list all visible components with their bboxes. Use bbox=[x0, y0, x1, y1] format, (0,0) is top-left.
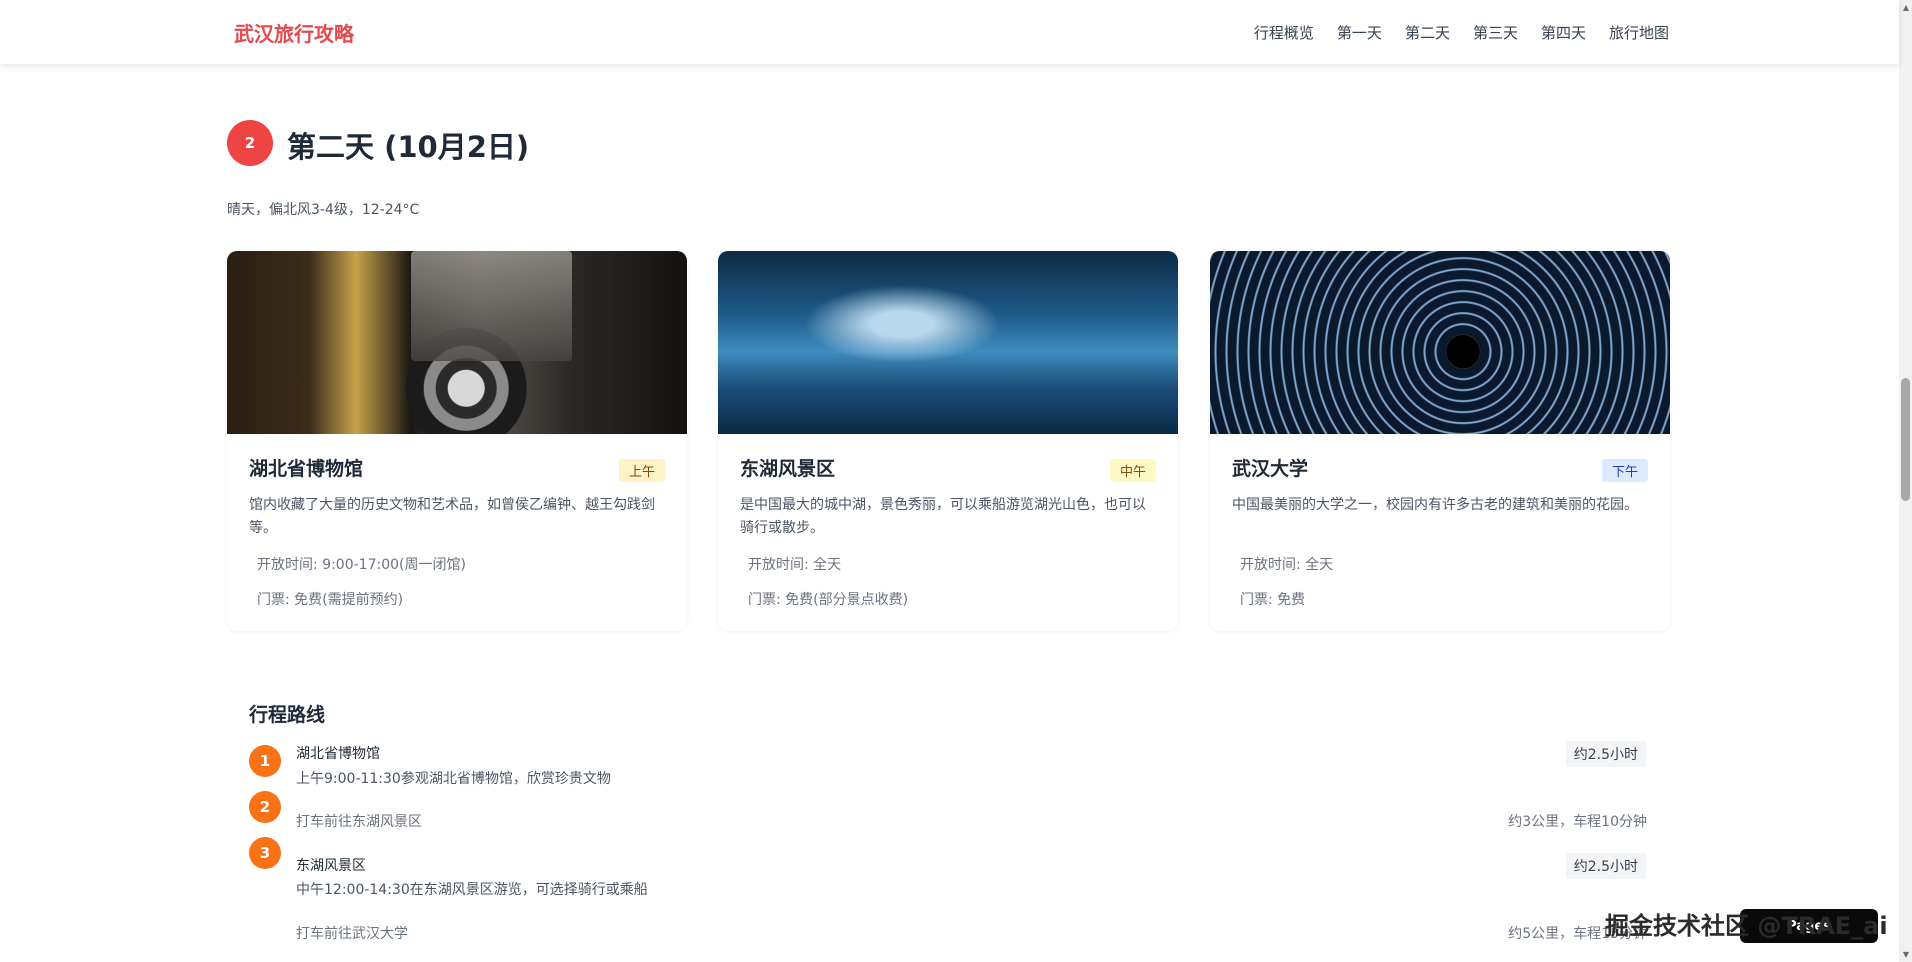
scroll-down-icon[interactable]: ▼ bbox=[1903, 950, 1909, 959]
star-trail-photo-image bbox=[1210, 251, 1670, 434]
route-step-number: 1 bbox=[249, 745, 281, 777]
weather-info: 晴天，偏北风3-4级，12-24°C bbox=[227, 202, 420, 218]
attraction-card-wuhan-university[interactable]: 武汉大学 下午 中国最美丽的大学之一，校园内有许多古老的建筑和美丽的花园。 开放… bbox=[1210, 251, 1670, 631]
attraction-description: 中国最美丽的大学之一，校园内有许多古老的建筑和美丽的花园。 bbox=[1232, 497, 1638, 513]
nav-day-1[interactable]: 第一天 bbox=[1337, 22, 1382, 43]
attraction-description: 是中国最大的城中湖，景色秀丽，可以乘船游览湖光山色，也可以骑行或散步。 bbox=[740, 497, 1146, 536]
brand-logo-text[interactable]: 武汉旅行攻略 bbox=[234, 18, 354, 47]
ocean-wave-photo-image bbox=[718, 251, 1178, 434]
time-tag: 上午 bbox=[618, 459, 665, 482]
day-number-badge: 2 bbox=[227, 120, 273, 166]
time-tag: 下午 bbox=[1601, 459, 1648, 482]
top-navbar: 武汉旅行攻略 行程概览 第一天 第二天 第三天 第四天 旅行地图 bbox=[0, 0, 1899, 64]
ticket-info: 门票: 免费 bbox=[1240, 592, 1306, 608]
route-step-name: 东湖风景区 bbox=[296, 858, 366, 874]
camera-photo-image bbox=[227, 251, 687, 434]
opening-hours: 开放时间: 全天 bbox=[1240, 557, 1334, 573]
opening-hours: 开放时间: 9:00-17:00(周一闭馆) bbox=[257, 557, 466, 573]
main-nav: 行程概览 第一天 第二天 第三天 第四天 旅行地图 bbox=[1254, 22, 1669, 43]
route-step-description: 上午9:00-11:30参观湖北省博物馆，欣赏珍贵文物 bbox=[296, 771, 611, 787]
nav-day-3[interactable]: 第三天 bbox=[1473, 22, 1518, 43]
scrollbar-thumb[interactable] bbox=[1901, 378, 1910, 501]
route-distance: 约3公里，车程10分钟 bbox=[1508, 814, 1647, 830]
time-tag: 中午 bbox=[1109, 459, 1156, 482]
ticket-info: 门票: 免费(部分景点收费) bbox=[748, 592, 909, 608]
route-transfer: 打车前往东湖风景区 bbox=[296, 814, 422, 830]
attraction-description: 馆内收藏了大量的历史文物和艺术品，如曾侯乙编钟、越王勾践剑等。 bbox=[249, 497, 655, 536]
route-step-description: 中午12:00-14:30在东湖风景区游览，可选择骑行或乘船 bbox=[296, 882, 648, 898]
route-step-number: 2 bbox=[249, 791, 281, 823]
route-step-number: 3 bbox=[249, 837, 281, 869]
scrollbar[interactable]: ▲ ▼ bbox=[1899, 0, 1912, 962]
nav-overview[interactable]: 行程概览 bbox=[1254, 22, 1314, 43]
scroll-up-icon[interactable]: ▲ bbox=[1903, 3, 1909, 12]
attraction-card-hubei-museum[interactable]: 湖北省博物馆 上午 馆内收藏了大量的历史文物和艺术品，如曾侯乙编钟、越王勾践剑等… bbox=[227, 251, 687, 631]
nav-travel-map[interactable]: 旅行地图 bbox=[1609, 22, 1669, 43]
route-step-name: 湖北省博物馆 bbox=[296, 746, 380, 762]
route-step-duration: 约2.5小时 bbox=[1565, 853, 1646, 879]
route-step-duration: 约2.5小时 bbox=[1565, 741, 1646, 767]
ticket-info: 门票: 免费(需提前预约) bbox=[257, 592, 404, 608]
day-title: 第二天 (10月2日) bbox=[287, 130, 530, 164]
nav-day-4[interactable]: 第四天 bbox=[1541, 22, 1586, 43]
opening-hours: 开放时间: 全天 bbox=[748, 557, 842, 573]
attraction-name: 武汉大学 bbox=[1232, 458, 1309, 480]
route-transfer: 打车前往武汉大学 bbox=[296, 926, 408, 942]
attraction-name: 东湖风景区 bbox=[740, 458, 836, 480]
route-title: 行程路线 bbox=[249, 704, 326, 726]
watermark-text: 掘金技术社区 @TRAE_ai bbox=[1605, 912, 1888, 940]
attraction-name: 湖北省博物馆 bbox=[249, 458, 364, 480]
nav-day-2[interactable]: 第二天 bbox=[1405, 22, 1450, 43]
attraction-card-east-lake[interactable]: 东湖风景区 中午 是中国最大的城中湖，景色秀丽，可以乘船游览湖光山色，也可以骑行… bbox=[718, 251, 1178, 631]
